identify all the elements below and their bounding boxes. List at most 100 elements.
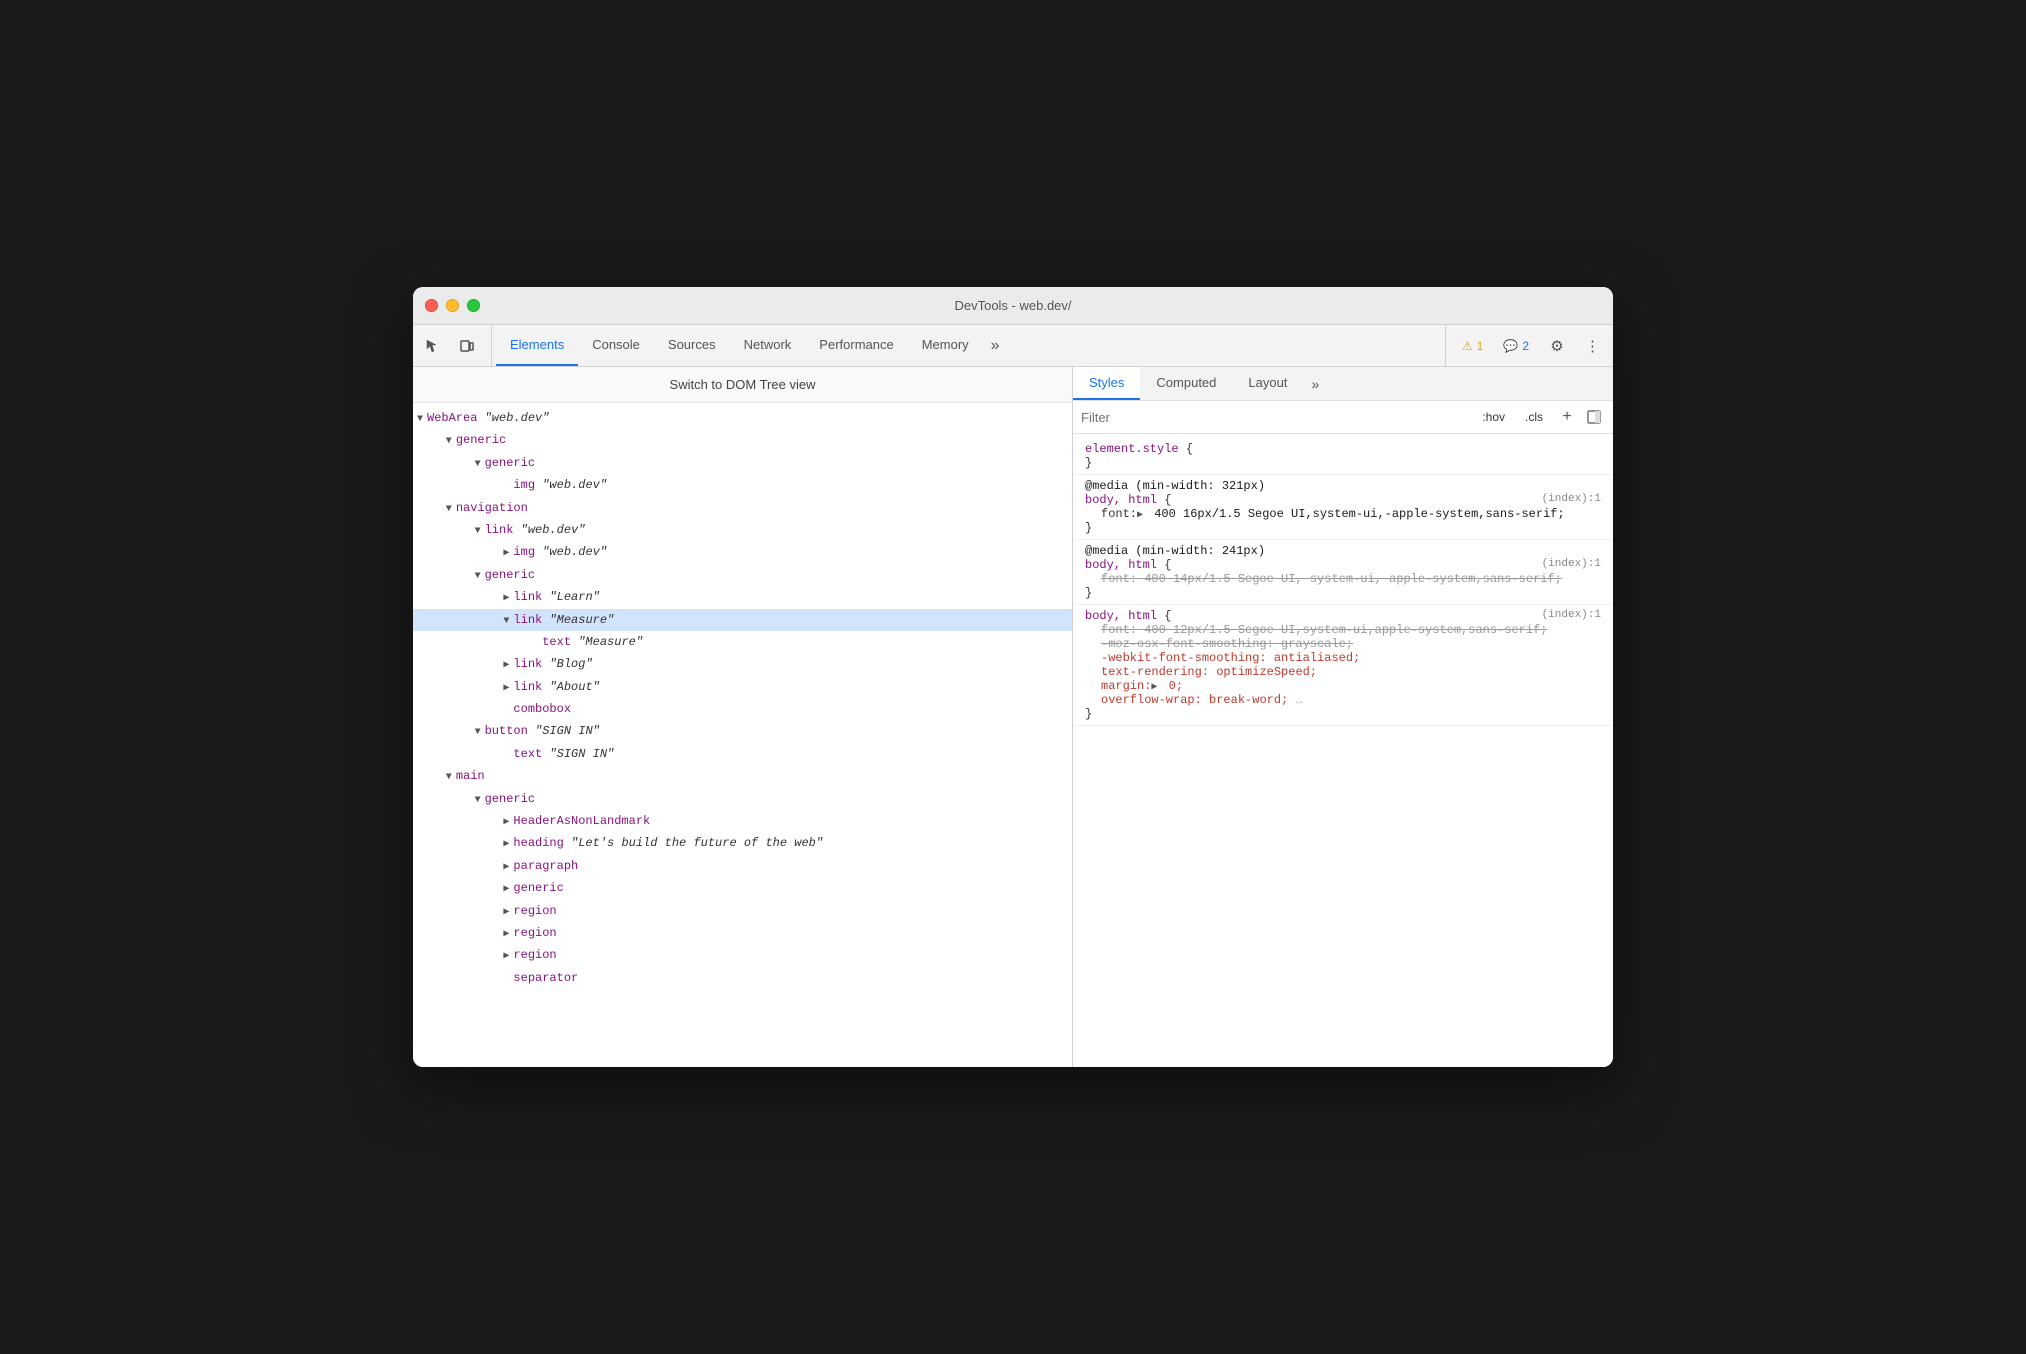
tab-styles[interactable]: Styles [1073,367,1140,400]
tab-computed[interactable]: Computed [1140,367,1232,400]
css-property-name[interactable]: overflow-wrap: [1101,693,1202,707]
tree-row[interactable]: ▶region [413,944,1072,966]
maximize-button[interactable] [467,299,480,312]
css-selector: element.style { [1085,442,1601,456]
tree-toggle[interactable]: ▼ [442,769,456,786]
css-property-value[interactable]: optimizeSpeed; [1209,665,1317,679]
tab-console[interactable]: Console [578,325,654,366]
node-tag: link [513,680,549,694]
tab-memory[interactable]: Memory [908,325,983,366]
devtools-tabs: Elements Console Sources Network Perform… [496,325,1441,366]
tree-toggle[interactable]: ▼ [471,792,485,809]
css-source[interactable]: (index):1 [1542,609,1601,621]
tree-row[interactable]: ▼link "Measure" [413,609,1072,631]
tree-row[interactable]: ▶region [413,922,1072,944]
tree-toggle[interactable]: ▼ [442,433,456,450]
tree-toggle[interactable]: ▶ [499,814,513,831]
hov-filter-button[interactable]: :hov [1474,408,1513,426]
css-property-value[interactable]: break-word; [1202,693,1288,707]
tree-row[interactable]: img "web.dev" [413,474,1072,496]
tree-row[interactable]: separator [413,967,1072,989]
tree-toggle[interactable]: ▶ [499,948,513,965]
tree-row[interactable]: ▼generic [413,452,1072,474]
css-property-name[interactable]: margin: [1101,679,1151,693]
tree-row[interactable]: ▶link "Blog" [413,653,1072,675]
ellipsis-icon: ⋮ [1585,337,1601,355]
tree-toggle[interactable]: ▶ [499,904,513,921]
tree-row[interactable]: ▶img "web.dev" [413,541,1072,563]
info-button[interactable]: 💬 2 [1495,335,1537,357]
minimize-button[interactable] [446,299,459,312]
css-rule-block: @media (min-width: 321px)body, html {(in… [1073,475,1613,540]
tree-toggle[interactable]: ▶ [499,881,513,898]
main-toolbar: Elements Console Sources Network Perform… [413,325,1613,367]
switch-view-button[interactable]: Switch to DOM Tree view [413,367,1072,403]
tree-toggle[interactable]: ▶ [499,680,513,697]
css-property-value[interactable]: 0; [1161,679,1183,693]
tree-row[interactable]: ▼link "web.dev" [413,519,1072,541]
more-options-button[interactable]: ⋮ [1577,330,1609,362]
property-triangle-icon[interactable]: ▶ [1151,681,1161,693]
tree-row[interactable]: ▼WebArea "web.dev" [413,407,1072,429]
tree-toggle[interactable]: ▼ [499,613,513,630]
warning-icon: ⚠ [1462,339,1473,353]
css-property-name[interactable]: -webkit-font-smoothing: [1101,651,1267,665]
tree-row[interactable]: ▼generic [413,564,1072,586]
more-styles-tabs-button[interactable]: » [1303,367,1327,400]
inspect-element-button[interactable] [417,330,449,362]
tree-toggle[interactable]: ▼ [471,568,485,585]
tree-toggle[interactable]: ▶ [499,545,513,562]
tree-toggle[interactable]: ▶ [499,657,513,674]
tree-row[interactable]: ▼generic [413,788,1072,810]
tab-performance[interactable]: Performance [805,325,907,366]
tree-row[interactable]: ▼navigation [413,497,1072,519]
close-button[interactable] [425,299,438,312]
property-triangle-icon[interactable]: ▶ [1137,509,1147,521]
css-property-value[interactable]: antialiased; [1267,651,1361,665]
tree-row[interactable]: ▶generic [413,877,1072,899]
tree-toggle[interactable]: ▼ [471,523,485,540]
add-style-rule-button[interactable]: + [1555,405,1579,429]
cls-filter-button[interactable]: .cls [1517,408,1551,426]
tree-toggle[interactable]: ▶ [499,859,513,876]
more-tabs-button[interactable]: » [983,325,1008,366]
tree-toggle[interactable]: ▼ [471,724,485,741]
css-property-name[interactable]: font: [1101,507,1137,521]
settings-button[interactable]: ⚙ [1541,330,1573,362]
css-property-name[interactable]: text-rendering: [1101,665,1209,679]
tree-row[interactable]: ▶heading "Let's build the future of the … [413,832,1072,854]
tree-toggle[interactable]: ▼ [442,501,456,518]
tree-row[interactable]: ▼main [413,765,1072,787]
tab-network[interactable]: Network [730,325,806,366]
device-toolbar-button[interactable] [451,330,483,362]
css-property-value[interactable]: 400 16px/1.5 Segoe UI,system-ui,-apple-s… [1147,507,1565,521]
tree-row[interactable]: ▶HeaderAsNonLandmark [413,810,1072,832]
tree-row[interactable]: ▶paragraph [413,855,1072,877]
tree-toggle[interactable]: ▼ [471,456,485,473]
tab-elements[interactable]: Elements [496,325,578,366]
tree-toggle[interactable]: ▶ [499,836,513,853]
node-tag: generic [485,568,535,582]
tab-sources[interactable]: Sources [654,325,730,366]
css-source[interactable]: (index):1 [1542,493,1601,505]
tree-toggle[interactable]: ▶ [499,590,513,607]
tree-toggle[interactable]: ▼ [413,411,427,428]
tree-row[interactable]: ▶link "Learn" [413,586,1072,608]
node-tag: link [485,523,521,537]
tree-row[interactable]: text "Measure" [413,631,1072,653]
tree-row[interactable]: ▶link "About" [413,676,1072,698]
toggle-sidebar-button[interactable] [1583,406,1605,428]
styles-filter-input[interactable] [1081,410,1470,425]
tree-row[interactable]: text "SIGN IN" [413,743,1072,765]
tree-row[interactable]: ▶region [413,900,1072,922]
dom-tree[interactable]: ▼WebArea "web.dev" ▼generic ▼generic img… [413,403,1072,1067]
warnings-button[interactable]: ⚠ 1 [1454,335,1491,357]
tree-row[interactable]: ▼generic [413,429,1072,451]
css-property-name: font: 400 12px/1.5 Segoe UI,system-ui,ap… [1101,623,1547,637]
node-tag: generic [456,433,506,447]
css-source[interactable]: (index):1 [1542,558,1601,570]
tab-layout[interactable]: Layout [1232,367,1303,400]
tree-toggle[interactable]: ▶ [499,926,513,943]
tree-row[interactable]: combobox [413,698,1072,720]
tree-row[interactable]: ▼button "SIGN IN" [413,720,1072,742]
